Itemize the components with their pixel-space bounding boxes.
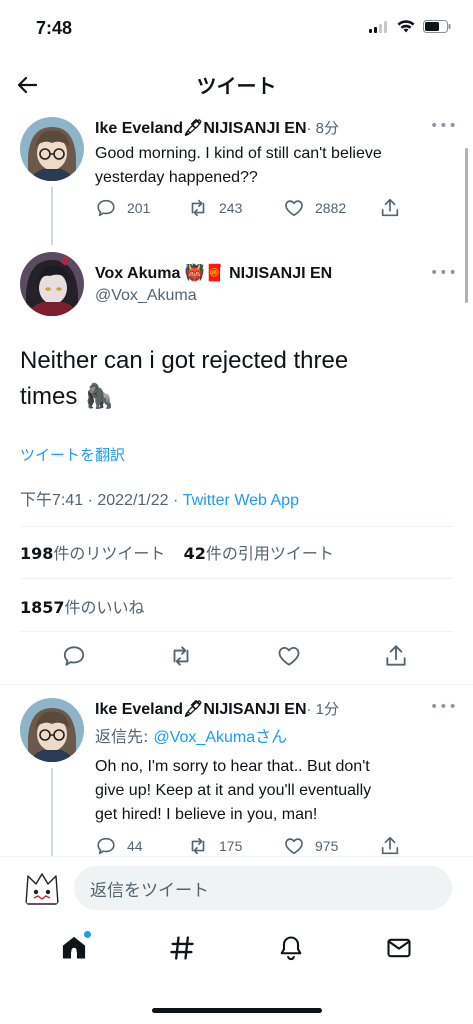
avatar-vox[interactable]: [20, 252, 84, 316]
back-button[interactable]: [12, 70, 42, 100]
like-icon: [285, 200, 303, 217]
retweet-icon: [191, 837, 205, 855]
reply-reply-button[interactable]: 44: [95, 835, 187, 857]
reply-like-button[interactable]: 975: [283, 835, 379, 857]
like-count-link[interactable]: 1857件のいいね: [20, 594, 145, 618]
reply-author-name[interactable]: Ike Eveland🖋NIJISANJI EN: [95, 701, 307, 718]
battery-icon: [423, 20, 451, 33]
engagement-counts: 198件のリツイート 42件の引用ツイート: [20, 540, 334, 564]
retweet-icon: [173, 646, 189, 666]
main-reply-button[interactable]: [61, 643, 87, 673]
tweet1-like-button[interactable]: 2882: [283, 197, 379, 219]
divider: [20, 631, 453, 632]
main-tweet-text: Neither can i got rejected three times 🦍: [20, 347, 349, 410]
main-share-button[interactable]: [383, 643, 409, 673]
reply-to-handle[interactable]: @Vox_Akumaさん: [153, 729, 287, 746]
tweet-meta: 下午7:41 · 2022/1/22 · Twitter Web App: [20, 492, 299, 509]
reply-icon: [97, 199, 115, 217]
nav-messages[interactable]: [385, 934, 413, 966]
retweet-count-link[interactable]: 198件のリツイート: [20, 544, 165, 563]
retweet-icon: [191, 199, 205, 217]
current-user-avatar[interactable]: [20, 866, 64, 910]
reply-timestamp: · 1分: [306, 701, 340, 718]
reply-to-label: 返信先:: [95, 727, 154, 746]
notifications-bell-icon: [280, 936, 302, 961]
main-more-button[interactable]: •••: [430, 265, 458, 281]
share-icon: [381, 198, 399, 217]
reply-compose-input[interactable]: 返信をツイート: [74, 866, 452, 910]
back-arrow-icon: [17, 76, 38, 94]
main-actions: [20, 643, 450, 673]
tweet1-timestamp: · 8分: [306, 120, 340, 137]
quote-count-link[interactable]: 42件の引用ツイート: [184, 544, 334, 563]
nav-notifications[interactable]: [277, 934, 305, 966]
main-author-name[interactable]: Vox Akuma 👹🧧 NIJISANJI EN: [95, 265, 332, 282]
wifi-icon: [397, 20, 415, 33]
tweet1-share-button[interactable]: [379, 197, 401, 219]
explore-hashtag-icon: [170, 936, 195, 960]
divider: [0, 684, 473, 685]
thread-line: [51, 187, 53, 245]
messages-envelope-icon: [387, 938, 411, 958]
tweet1-text: Good morning. I kind of still can't beli…: [95, 145, 382, 186]
nav-explore[interactable]: [168, 934, 196, 966]
tweet1-reply-button[interactable]: 201: [95, 197, 187, 219]
avatar-ike[interactable]: [20, 117, 84, 181]
divider: [20, 578, 453, 579]
like-icon: [285, 838, 303, 855]
nav-home[interactable]: [60, 931, 92, 966]
reply-share-button[interactable]: [379, 835, 401, 857]
like-icon: [278, 646, 300, 666]
tweet1-retweet-button[interactable]: 243: [187, 197, 283, 219]
reply-icon: [97, 837, 115, 855]
reply-icon: [63, 646, 84, 666]
share-icon: [386, 645, 406, 666]
status-time: 7:48: [36, 18, 73, 38]
home-indicator: [152, 1008, 322, 1013]
tweet-source-link[interactable]: Twitter Web App: [183, 492, 299, 509]
status-icons: [369, 20, 451, 33]
home-icon: [63, 936, 86, 959]
scrollbar[interactable]: [465, 148, 468, 303]
tweet1-more-button[interactable]: •••: [430, 118, 458, 134]
bottom-nav: [0, 925, 473, 975]
tweet1-author-name[interactable]: Ike Eveland🖋NIJISANJI EN: [95, 120, 307, 137]
main-like-button[interactable]: [276, 643, 302, 673]
reply-text: Oh no, I'm sorry to hear that.. But don'…: [95, 758, 372, 823]
translate-tweet-link[interactable]: ツイートを翻訳: [20, 444, 125, 465]
main-author-handle[interactable]: @Vox_Akuma: [95, 287, 197, 305]
page-title: ツイート: [196, 74, 277, 98]
home-notification-dot: [84, 931, 92, 938]
avatar-ike-reply[interactable]: [20, 698, 84, 762]
divider: [20, 526, 453, 527]
share-icon: [381, 836, 399, 855]
reply-actions: 44 175 975: [95, 835, 455, 857]
tweet1-actions: 201 243 2882: [95, 197, 455, 219]
cellular-signal-icon: [369, 20, 387, 33]
reply-retweet-button[interactable]: 175: [187, 835, 283, 857]
thread-line: [51, 768, 53, 858]
reply-more-button[interactable]: •••: [430, 699, 458, 715]
main-retweet-button[interactable]: [168, 643, 194, 673]
